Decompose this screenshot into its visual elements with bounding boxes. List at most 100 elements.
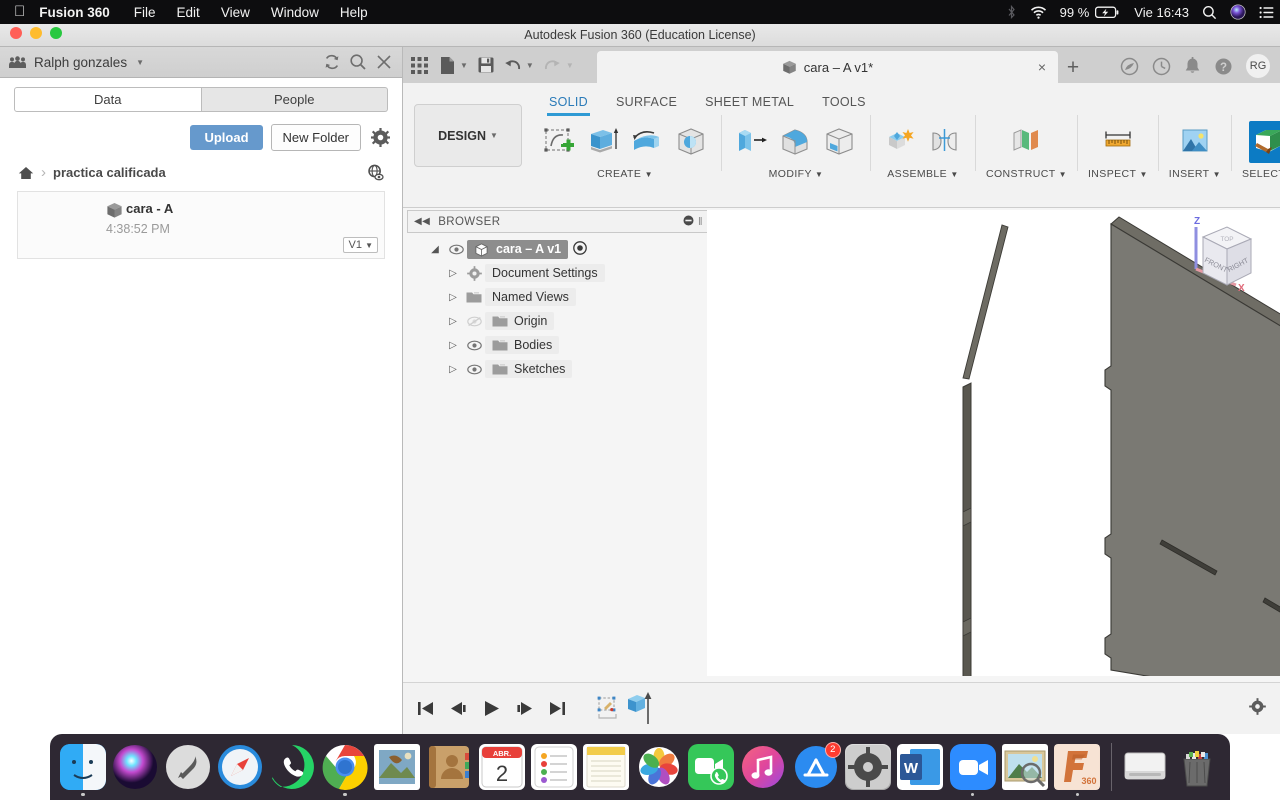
tree-label-origin[interactable]: Origin (485, 312, 555, 330)
menu-bar-clock[interactable]: Vie 16:43 (1134, 5, 1189, 20)
spotlight-search-icon[interactable] (1202, 5, 1217, 20)
expand-arrow-icon[interactable]: ◢ (425, 244, 445, 255)
ribbon-group-label-construct[interactable]: CONSTRUCT ▼ (986, 168, 1067, 180)
notifications-icon[interactable] (1184, 56, 1201, 76)
close-icon[interactable] (375, 53, 393, 71)
dock-item-whatsapp[interactable] (267, 736, 317, 796)
avatar[interactable]: RG (1246, 54, 1270, 78)
new-folder-button[interactable]: New Folder (270, 124, 361, 151)
gear-icon[interactable] (1249, 697, 1266, 720)
expand-arrow-icon[interactable]: ▷ (443, 316, 463, 327)
menu-item-help[interactable]: Help (340, 5, 368, 20)
play-icon[interactable] (483, 700, 500, 717)
menu-item-edit[interactable]: Edit (177, 5, 200, 20)
tree-label-named-views[interactable]: Named Views (485, 288, 576, 306)
dock-item-microsoft-word[interactable]: W (895, 736, 945, 796)
tree-label-sketches[interactable]: Sketches (485, 360, 573, 378)
help-icon[interactable]: ? (1214, 57, 1233, 76)
dock-item-facetime[interactable] (686, 736, 736, 796)
dock-item-preview[interactable] (1000, 736, 1050, 796)
revolve-icon[interactable] (627, 121, 667, 163)
panel-resize-handle[interactable]: ‖ (698, 216, 703, 228)
tab-people[interactable]: People (201, 87, 388, 112)
extrude-icon[interactable] (583, 121, 623, 163)
battery-charging-icon[interactable] (1095, 6, 1121, 19)
file-version-dropdown[interactable]: V1 ▼ (342, 237, 378, 253)
press-pull-icon[interactable] (732, 121, 772, 163)
ribbon-group-label-create[interactable]: CREATE ▼ (597, 168, 653, 180)
save-icon[interactable] (478, 57, 494, 73)
new-tab-button[interactable]: + (1058, 53, 1088, 83)
dock-item-calendar[interactable]: ABR. 2 (477, 736, 527, 796)
view-cube[interactable]: Z X FRONT RIGHT TOP (1180, 213, 1270, 301)
dock-item-system-preferences[interactable] (843, 736, 893, 796)
visibility-eye-icon[interactable] (445, 244, 467, 255)
visibility-eye-icon[interactable] (463, 340, 485, 351)
sketch-feature-icon[interactable] (596, 695, 622, 723)
tree-node-document-settings[interactable]: ▷ Document Settings (407, 261, 710, 285)
expand-arrow-icon[interactable]: ▷ (443, 292, 463, 303)
wifi-icon[interactable] (1030, 6, 1047, 19)
chevron-down-icon[interactable]: ▼ (566, 61, 574, 70)
dock-item-app-store[interactable]: 2 (791, 736, 841, 796)
dock-item-contacts[interactable] (424, 736, 474, 796)
gear-icon[interactable] (371, 128, 390, 147)
menu-item-window[interactable]: Window (271, 5, 319, 20)
go-to-beginning-icon[interactable] (417, 701, 434, 716)
ribbon-group-label-assemble[interactable]: ASSEMBLE ▼ (887, 168, 958, 180)
tree-label-component[interactable]: cara – A v1 (467, 239, 569, 259)
menu-item-view[interactable]: View (221, 5, 250, 20)
dock-item-siri[interactable] (110, 736, 160, 796)
tab-tools[interactable]: TOOLS (808, 91, 880, 113)
dock-item-finder[interactable] (58, 736, 108, 796)
chevron-down-icon[interactable]: ▼ (136, 58, 144, 67)
step-back-icon[interactable] (450, 701, 467, 716)
tab-data[interactable]: Data (14, 87, 202, 112)
dock-item-photos[interactable] (634, 736, 684, 796)
dock-item-safari[interactable] (215, 736, 265, 796)
close-icon[interactable]: × (1038, 59, 1046, 75)
joint-icon[interactable] (925, 121, 965, 163)
document-tab[interactable]: cara – A v1* × (597, 51, 1058, 83)
bluetooth-icon[interactable] (1006, 4, 1017, 20)
close-window-button[interactable] (10, 27, 22, 39)
ribbon-group-label-modify[interactable]: MODIFY ▼ (769, 168, 824, 180)
create-sketch-icon[interactable] (539, 121, 579, 163)
tab-sheet-metal[interactable]: SHEET METAL (691, 91, 808, 113)
visibility-eye-icon[interactable] (463, 364, 485, 375)
menu-item-fusion360[interactable]: Fusion 360 (39, 5, 110, 20)
ribbon-group-label-select[interactable]: SELECT ▼ (1242, 168, 1280, 180)
dock-item-disk[interactable] (1120, 736, 1170, 796)
dock-item-chrome[interactable] (320, 736, 370, 796)
dock-item-trash[interactable] (1172, 736, 1222, 796)
menu-item-file[interactable]: File (134, 5, 156, 20)
new-component-icon[interactable] (881, 121, 921, 163)
grid-apps-icon[interactable] (411, 56, 428, 74)
minus-circle-icon[interactable] (683, 215, 694, 229)
tree-node-origin[interactable]: ▷ Origin (407, 309, 710, 333)
sphere-icon[interactable] (671, 121, 711, 163)
upload-button[interactable]: Upload (190, 125, 263, 150)
chevron-down-icon[interactable]: ▼ (460, 61, 468, 70)
home-icon[interactable] (18, 166, 34, 180)
3d-viewport[interactable]: Z X FRONT RIGHT TOP (707, 210, 1280, 676)
expand-arrow-icon[interactable]: ▷ (443, 268, 463, 279)
go-to-end-icon[interactable] (549, 701, 566, 716)
refresh-icon[interactable] (323, 53, 341, 71)
collapse-left-icon[interactable]: ◀◀ (414, 216, 430, 227)
shell-icon[interactable] (820, 121, 860, 163)
dock-item-itunes[interactable] (738, 736, 788, 796)
undo-icon[interactable] (504, 58, 521, 72)
ribbon-group-label-inspect[interactable]: INSPECT ▼ (1088, 168, 1148, 180)
redo-icon[interactable] (544, 58, 561, 72)
measure-icon[interactable] (1098, 121, 1138, 163)
fillet-icon[interactable] (776, 121, 816, 163)
minimize-window-button[interactable] (30, 27, 42, 39)
extensions-icon[interactable] (1120, 57, 1139, 76)
tree-node-cara-a-v1[interactable]: ◢ cara – A v1 (407, 237, 710, 261)
tree-node-bodies[interactable]: ▷ Bodies (407, 333, 710, 357)
visibility-eye-off-icon[interactable] (463, 316, 485, 327)
search-icon[interactable] (349, 53, 367, 71)
select-icon[interactable] (1249, 121, 1280, 163)
ribbon-group-label-insert[interactable]: INSERT ▼ (1169, 168, 1221, 180)
